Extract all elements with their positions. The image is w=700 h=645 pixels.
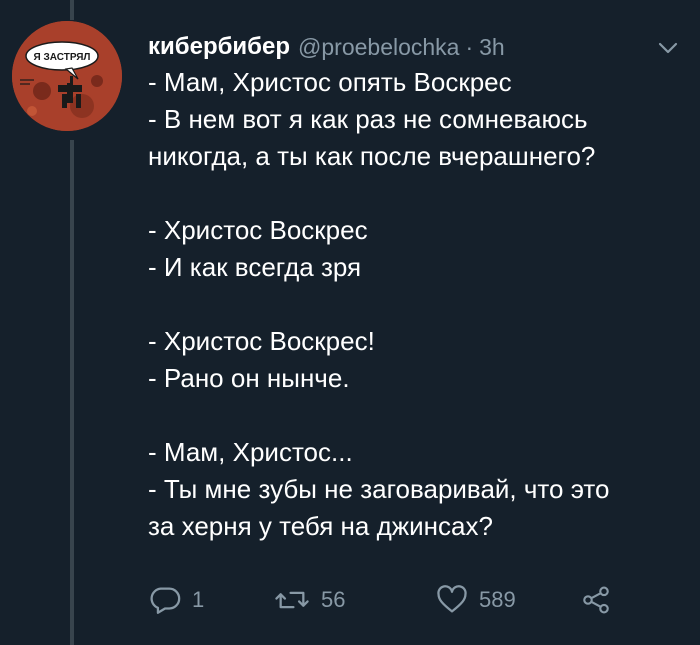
tweet-text: - Мам, Христос опять Воскрес - В нем вот…: [148, 64, 688, 545]
tweet-header: кибербибер @proebelochka · 3h: [148, 30, 680, 64]
reply-icon: [150, 587, 181, 614]
tweet-line: [148, 397, 688, 434]
tweet-line: - И как всегда зря: [148, 252, 362, 282]
retweet-button[interactable]: 56: [273, 580, 345, 620]
tweet-timestamp[interactable]: 3h: [479, 34, 505, 61]
tweet-line: - Ты мне зубы не заговаривай, что это: [148, 474, 610, 504]
header-separator: ·: [465, 33, 474, 60]
avatar-image: Я ЗАСТРЯЛ: [12, 21, 122, 131]
reply-button[interactable]: 1: [148, 580, 204, 620]
tweet-line: [148, 175, 688, 212]
tweet-line: - Мам, Христос...: [148, 437, 353, 467]
chevron-down-icon[interactable]: [656, 38, 680, 58]
tweet-line: - Христос Воскрес: [148, 215, 368, 245]
user-handle[interactable]: @proebelochka: [298, 34, 459, 61]
heart-icon: [437, 585, 467, 613]
tweet-line: никогда, а ты как после вчерашнего?: [148, 141, 596, 171]
tweet-line: [148, 286, 688, 323]
retweet-icon: [275, 591, 309, 609]
tweet[interactable]: Я ЗАСТРЯЛ кибербибер @proebelochka · 3h …: [0, 0, 700, 645]
tweet-line: - Христос Воскрес!: [148, 326, 375, 356]
avatar-caption: Я ЗАСТРЯЛ: [34, 52, 91, 63]
share-icon: [583, 586, 609, 614]
avatar[interactable]: Я ЗАСТРЯЛ: [12, 21, 122, 131]
tweet-line: - В нем вот я как раз не сомневаюсь: [148, 104, 588, 134]
thread-line-bottom: [70, 140, 74, 645]
tweet-line: - Рано он нынче.: [148, 363, 350, 393]
tweet-actions: 1 56 589: [148, 580, 680, 620]
share-button[interactable]: [580, 580, 612, 620]
thread-line-top: [70, 0, 74, 20]
like-button[interactable]: 589: [435, 580, 516, 620]
tweet-line: за херня у тебя на джинсах?: [148, 511, 493, 541]
tweet-line: - Мам, Христос опять Воскрес: [148, 67, 512, 97]
retweet-count: 56: [321, 587, 346, 612]
like-count: 589: [479, 587, 516, 612]
display-name[interactable]: кибербибер: [148, 33, 290, 61]
reply-count: 1: [192, 587, 205, 612]
